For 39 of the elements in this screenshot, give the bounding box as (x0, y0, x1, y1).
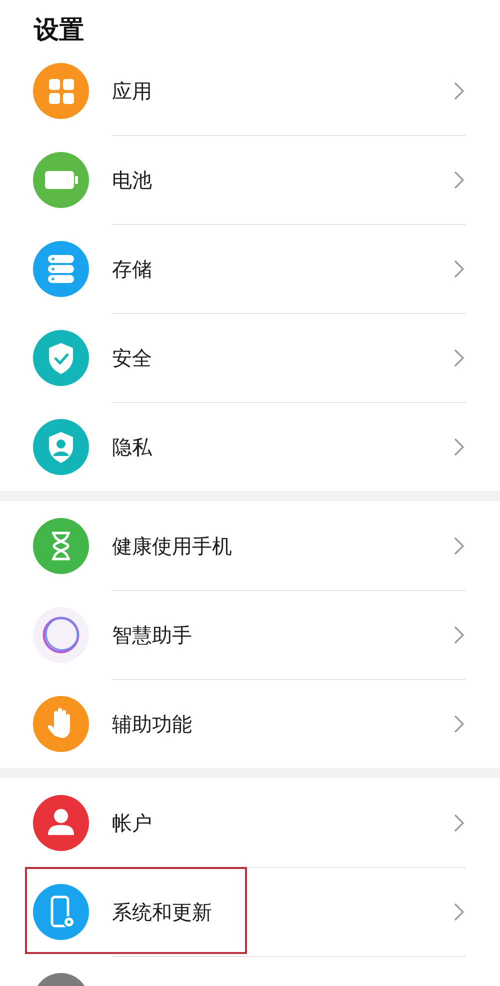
shield-check-icon (33, 330, 89, 386)
chevron-right-icon (454, 82, 464, 100)
settings-item[interactable]: 电池 (0, 135, 500, 224)
chevron-right-icon (454, 438, 464, 456)
page-title: 设置 (34, 14, 84, 46)
item-label: 辅助功能 (112, 711, 193, 738)
item-label: 健康使用手机 (112, 532, 233, 560)
settings-item[interactable]: 存储 (0, 224, 500, 313)
chevron-right-icon (454, 626, 464, 644)
item-label: 智慧助手 (112, 622, 193, 649)
item-label: 存储 (112, 256, 153, 283)
battery-icon (33, 152, 89, 208)
chevron-right-icon (454, 814, 464, 832)
settings-item[interactable]: 安全 (0, 313, 500, 402)
chevron-right-icon (454, 715, 464, 733)
item-label: 隐私 (112, 434, 153, 461)
storage-icon (33, 240, 89, 296)
person-icon (33, 794, 89, 850)
chevron-right-icon (454, 260, 464, 278)
hourglass-icon (33, 518, 89, 574)
settings-item[interactable]: 系统和更新 (0, 867, 500, 956)
item-label: 电池 (112, 167, 153, 194)
ring-icon (33, 606, 89, 662)
shield-person-icon (33, 418, 89, 474)
chevron-right-icon (454, 536, 464, 554)
hand-icon (33, 696, 89, 752)
settings-item[interactable]: 智慧助手 (0, 590, 500, 679)
grid-icon (33, 62, 89, 118)
phone-gear-icon (33, 884, 89, 940)
item-label: 安全 (112, 345, 153, 372)
chevron-right-icon (454, 171, 464, 189)
item-label: 系统和更新 (112, 899, 213, 926)
item-label: 应用 (112, 78, 153, 104)
chevron-right-icon (454, 903, 464, 921)
settings-item[interactable]: 健康使用手机 (0, 501, 500, 590)
item-label: 帐户 (112, 810, 153, 836)
settings-item[interactable]: 应用 (0, 60, 500, 135)
settings-item[interactable]: 帐户 (0, 778, 500, 867)
chevron-right-icon (454, 349, 464, 367)
